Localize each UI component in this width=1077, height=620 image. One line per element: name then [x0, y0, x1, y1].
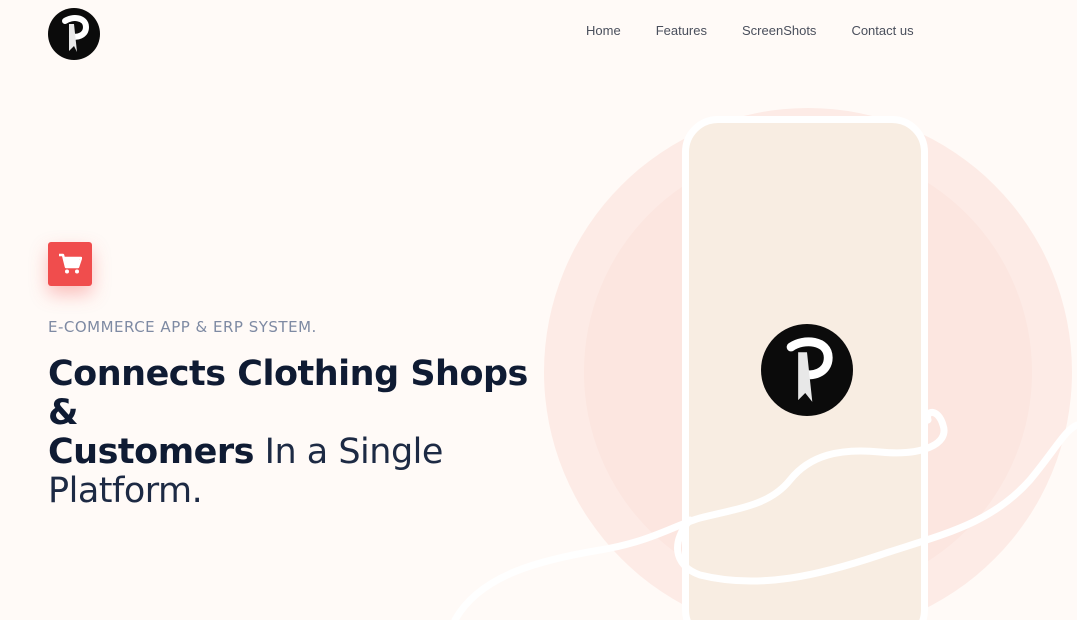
- phone-brand-logo-icon: [761, 324, 853, 416]
- hero-headline: Connects Clothing Shops & Customers In a…: [48, 355, 568, 511]
- hero-eyebrow: E-COMMERCE APP & ERP SYSTEM.: [48, 318, 317, 336]
- phone-logo-glyph: [786, 337, 833, 402]
- headline-light-line-1: In a Single: [254, 432, 444, 472]
- nav-home[interactable]: Home: [586, 23, 621, 38]
- main-nav: Home Features ScreenShots Contact us: [586, 23, 949, 38]
- shopping-cart-icon: [48, 242, 92, 286]
- nav-features[interactable]: Features: [656, 23, 707, 38]
- headline-light-line-2: Platform.: [48, 471, 203, 511]
- cart-glyph: [59, 253, 82, 274]
- brand-logo-icon[interactable]: [48, 8, 100, 60]
- brand-logo-glyph: [62, 15, 90, 52]
- headline-bold-line-2: Customers: [48, 432, 255, 472]
- headline-bold-line-1: Connects Clothing Shops &: [48, 354, 528, 433]
- nav-screenshots[interactable]: ScreenShots: [742, 23, 816, 38]
- nav-contact-us[interactable]: Contact us: [851, 23, 913, 38]
- landing-page: Home Features ScreenShots Contact us E-C…: [0, 0, 1077, 620]
